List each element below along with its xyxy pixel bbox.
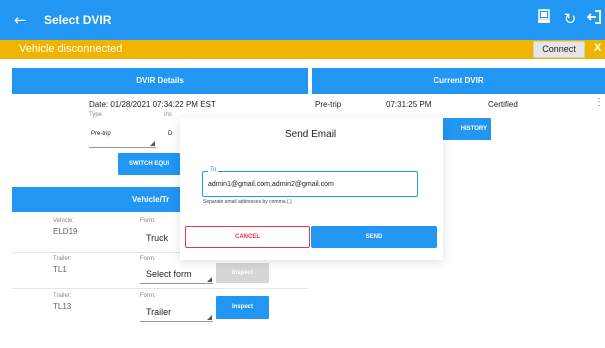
dialog-title: Send Email [285,129,337,140]
unit-value: TL13 [53,302,72,311]
device-icon[interactable] [534,9,554,29]
type-value: Pre-trip [91,131,111,137]
row-divider [12,288,308,289]
cancel-button[interactable]: CANCEL [185,226,310,248]
form-value: Truck [146,233,169,243]
to-email-value: admin1@gmail.com,admin2@gmail.com [208,181,334,188]
connect-button[interactable]: Connect [533,41,585,58]
current-dvir-header: Current DVIR [312,68,605,94]
form-label: Form: [140,218,156,224]
banner-message: Vehicle disconnected [19,43,123,55]
form-dropdown[interactable]: Select form [140,264,213,284]
page-title: Select DVIR [44,13,112,27]
back-arrow-icon[interactable]: ← [14,11,27,29]
current-dvir-time: 07:31:25 PM [386,100,432,109]
send-button[interactable]: SEND [311,226,437,248]
unit-value: ELD19 [53,227,78,236]
refresh-icon[interactable]: ↻ [560,9,580,29]
inspection-value: D [168,131,173,137]
close-banner-button[interactable]: X [594,42,601,54]
form-value: Trailer [146,307,172,317]
to-label: To [208,167,219,173]
connection-banner: Vehicle disconnected Connect X [0,40,605,59]
current-dvir-status: Certified [488,100,518,109]
send-email-dialog: Send Email To admin1@gmail.com,admin2@gm… [180,118,443,260]
unit-label: Trailer: [53,293,72,299]
type-label: Type [89,112,103,118]
unit-label: Vehicle: [53,218,75,224]
dvir-date: Date: 01/28/2021 07:34:22 PM EST [89,100,216,109]
logout-icon[interactable] [584,9,604,29]
unit-label: Trailer: [53,256,72,262]
type-dropdown[interactable]: Pre-trip [89,126,156,148]
form-value: Select form [146,269,192,279]
email-hint: Separate email addresses by comma (,) [203,199,292,205]
dropdown-caret-icon [150,141,155,146]
inspect-button[interactable]: Inspect [216,296,269,319]
current-dvir-type: Pre-trip [315,100,342,109]
dropdown-caret-icon [207,315,212,320]
history-button[interactable]: HISTORY [436,118,491,140]
inspection-label: Ins [164,112,173,118]
inspect-button[interactable]: Inspect [216,263,269,283]
switch-equipment-button[interactable]: SWITCH EQUI [118,153,180,175]
app-bar: ← Select DVIR ↻ [0,0,605,40]
to-email-field[interactable]: To admin1@gmail.com,admin2@gmail.com [202,167,418,197]
form-label: Form: [140,293,156,299]
form-label: Form: [140,256,156,262]
dvir-details-header: DVIR Details [12,68,308,94]
unit-value: TL1 [53,265,67,274]
more-vert-icon[interactable]: ⋮ [594,97,604,108]
form-dropdown[interactable]: Trailer [140,302,213,322]
dropdown-caret-icon [207,277,212,282]
